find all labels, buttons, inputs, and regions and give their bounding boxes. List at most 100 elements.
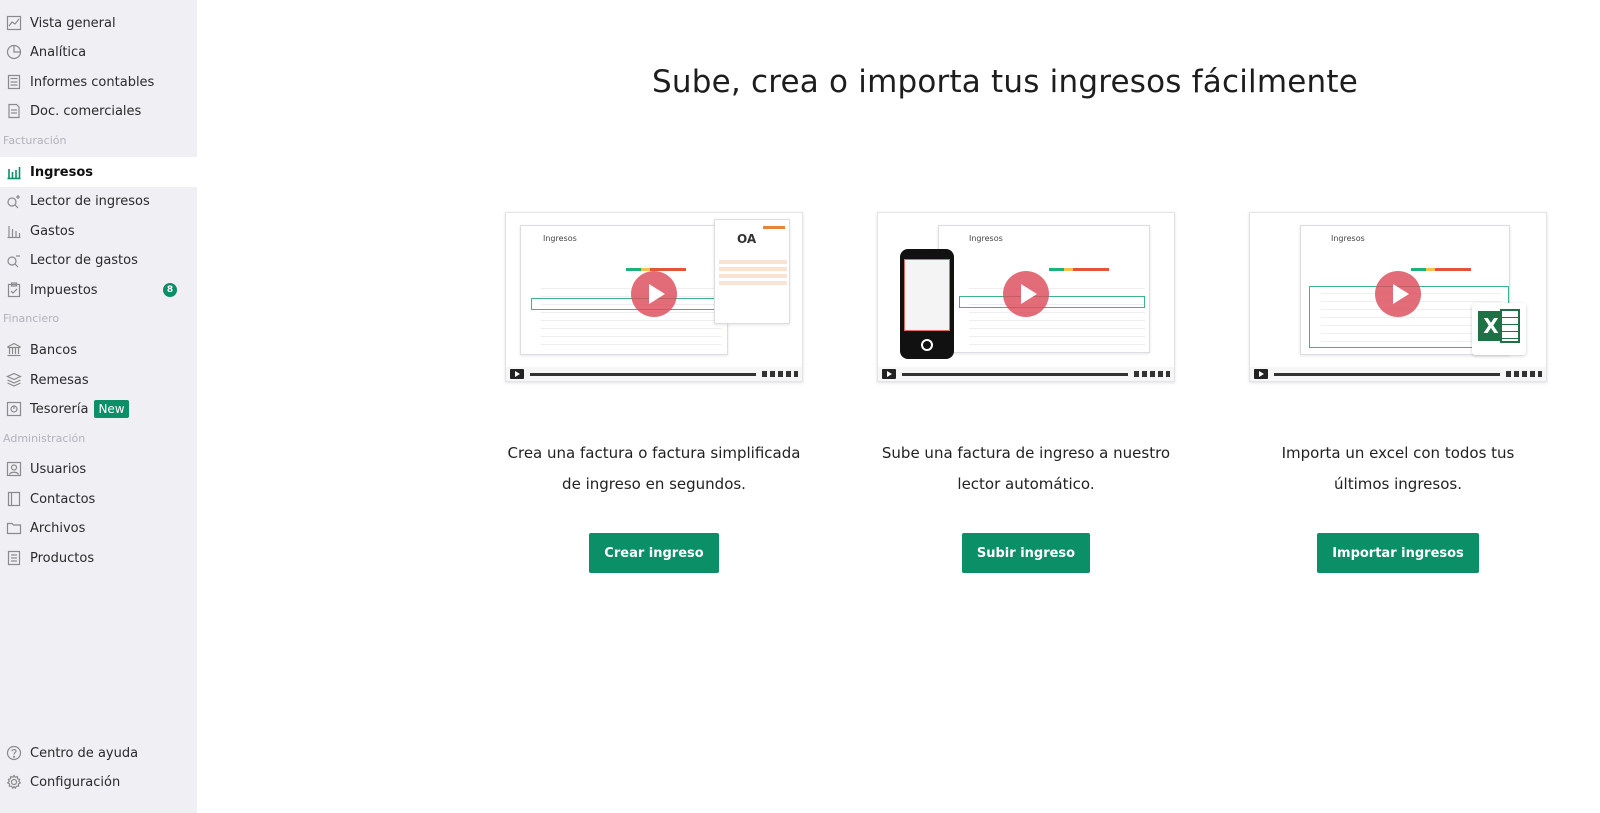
card-description-line: Sube una factura de ingreso a nuestro <box>881 444 1171 462</box>
clipboard-check-icon <box>4 280 24 300</box>
play-icon[interactable] <box>510 369 524 379</box>
video-controls-icons[interactable] <box>762 371 798 377</box>
bar-chart-icon <box>4 162 24 182</box>
sidebar-item-informes-contables[interactable]: Informes contables <box>0 67 197 97</box>
sidebar: Vista general Analítica Informes contabl… <box>0 0 197 813</box>
sidebar-item-label: Informes contables <box>30 74 155 90</box>
phone-screen <box>904 259 950 331</box>
sidebar-item-label: Lector de gastos <box>30 252 138 268</box>
chart-area-icon <box>4 13 24 33</box>
new-badge: New <box>94 400 129 418</box>
video-player[interactable]: Ingresos <box>877 212 1175 382</box>
sidebar-item-bancos[interactable]: Bancos <box>0 335 197 365</box>
logo-icon: OA <box>737 232 757 246</box>
subir-ingreso-button[interactable]: Subir ingreso <box>961 533 1091 573</box>
sidebar-item-configuracion[interactable]: Configuración <box>0 767 197 797</box>
sidebar-item-vista-general[interactable]: Vista general <box>0 8 197 38</box>
sidebar-item-doc-comerciales[interactable]: Doc. comerciales <box>0 96 197 126</box>
pie-chart-icon <box>4 42 24 62</box>
folder-icon <box>4 518 24 538</box>
sidebar-item-tesoreria[interactable]: Tesorería New <box>0 394 197 424</box>
crear-ingreso-button[interactable]: Crear ingreso <box>589 533 719 573</box>
card-description: Crea una factura o factura simplificada … <box>505 438 803 500</box>
page-title: Sube, crea o importa tus ingresos fácilm… <box>652 64 1358 100</box>
play-button[interactable] <box>631 270 677 317</box>
play-icon[interactable] <box>882 369 896 379</box>
invoice-heading-mark <box>763 226 785 229</box>
progress-track[interactable] <box>530 372 756 376</box>
highlighted-row <box>531 298 727 310</box>
card-description-line: Crea una factura o factura simplificada <box>507 444 801 462</box>
progress-track[interactable] <box>1274 372 1500 376</box>
sidebar-item-label: Configuración <box>30 774 121 790</box>
app-root: Vista general Analítica Informes contabl… <box>0 0 1600 813</box>
video-controls <box>1250 367 1546 381</box>
highlighted-row <box>959 296 1145 308</box>
document-icon <box>4 101 24 121</box>
search-plus-icon <box>4 191 24 211</box>
sidebar-item-label: Analítica <box>30 44 87 60</box>
card-description-line: lector automático. <box>957 475 1095 493</box>
sidebar-item-label: Centro de ayuda <box>30 745 139 761</box>
bank-icon <box>4 340 24 360</box>
card-description: Sube una factura de ingreso a nuestro le… <box>877 438 1175 500</box>
video-player[interactable]: Ingresos OA <box>505 212 803 382</box>
video-screen-title: Ingresos <box>1331 234 1365 243</box>
sidebar-item-label: Impuestos <box>30 282 98 298</box>
help-circle-icon <box>4 743 24 763</box>
address-book-icon <box>4 489 24 509</box>
section-label-financiero: Financiero <box>3 312 60 325</box>
video-controls-icons[interactable] <box>1134 371 1170 377</box>
sidebar-item-usuarios[interactable]: Usuarios <box>0 454 197 484</box>
sidebar-item-ingresos[interactable]: Ingresos <box>0 157 197 187</box>
safe-icon <box>4 399 24 419</box>
sidebar-item-label: Bancos <box>30 342 77 358</box>
user-card-icon <box>4 459 24 479</box>
play-button[interactable] <box>1375 270 1421 317</box>
sidebar-item-label: Vista general <box>30 15 116 31</box>
card-description-line: de ingreso en segundos. <box>562 475 746 493</box>
excel-icon: X <box>1472 303 1526 355</box>
card-importar-ingresos: Ingresos X Importa un excel con todos tu… <box>1249 212 1547 573</box>
sidebar-item-remesas[interactable]: Remesas <box>0 365 197 395</box>
sidebar-item-centro-de-ayuda[interactable]: Centro de ayuda <box>0 738 197 768</box>
notification-badge: 8 <box>163 283 177 297</box>
list-icon <box>4 548 24 568</box>
video-screen-title: Ingresos <box>543 234 577 243</box>
card-description-line: Importa un excel con todos tus <box>1281 444 1515 462</box>
sidebar-item-analitica[interactable]: Analítica <box>0 37 197 67</box>
play-icon[interactable] <box>1254 369 1268 379</box>
play-button[interactable] <box>1003 270 1049 317</box>
camera-shutter-icon <box>921 339 933 351</box>
invoice-lines <box>719 260 787 288</box>
progress-track[interactable] <box>902 372 1128 376</box>
sidebar-item-impuestos[interactable]: Impuestos 8 <box>0 275 197 305</box>
video-thumbnail: Ingresos <box>520 225 728 355</box>
card-subir-ingreso: Ingresos Sube una factura de ingreso a n… <box>877 212 1175 573</box>
sidebar-item-label: Ingresos <box>30 164 94 180</box>
phone-icon <box>900 249 954 359</box>
sidebar-item-gastos[interactable]: Gastos <box>0 216 197 246</box>
sidebar-item-label: Lector de ingresos <box>30 193 150 209</box>
sidebar-item-label: Doc. comerciales <box>30 103 142 119</box>
search-minus-icon <box>4 250 24 270</box>
sidebar-item-label: Productos <box>30 550 95 566</box>
card-description: Importa un excel con todos tus últimos i… <box>1249 438 1547 500</box>
status-bar <box>1411 268 1471 271</box>
status-bar <box>1049 268 1109 271</box>
sidebar-item-contactos[interactable]: Contactos <box>0 484 197 514</box>
sidebar-item-label: Archivos <box>30 520 86 536</box>
sidebar-item-lector-de-gastos[interactable]: Lector de gastos <box>0 245 197 275</box>
video-player[interactable]: Ingresos X <box>1249 212 1547 382</box>
sidebar-item-label: Tesorería <box>30 401 89 417</box>
video-controls-icons[interactable] <box>1506 371 1542 377</box>
layers-icon <box>4 370 24 390</box>
importar-ingresos-button[interactable]: Importar ingresos <box>1317 533 1479 573</box>
section-label-administracion: Administración <box>3 432 86 445</box>
sidebar-item-productos[interactable]: Productos <box>0 543 197 573</box>
sidebar-item-archivos[interactable]: Archivos <box>0 513 197 543</box>
sidebar-item-lector-de-ingresos[interactable]: Lector de ingresos <box>0 186 197 216</box>
invoice-document: OA <box>714 219 790 324</box>
video-screen-title: Ingresos <box>969 234 1003 243</box>
sidebar-item-label: Gastos <box>30 223 75 239</box>
